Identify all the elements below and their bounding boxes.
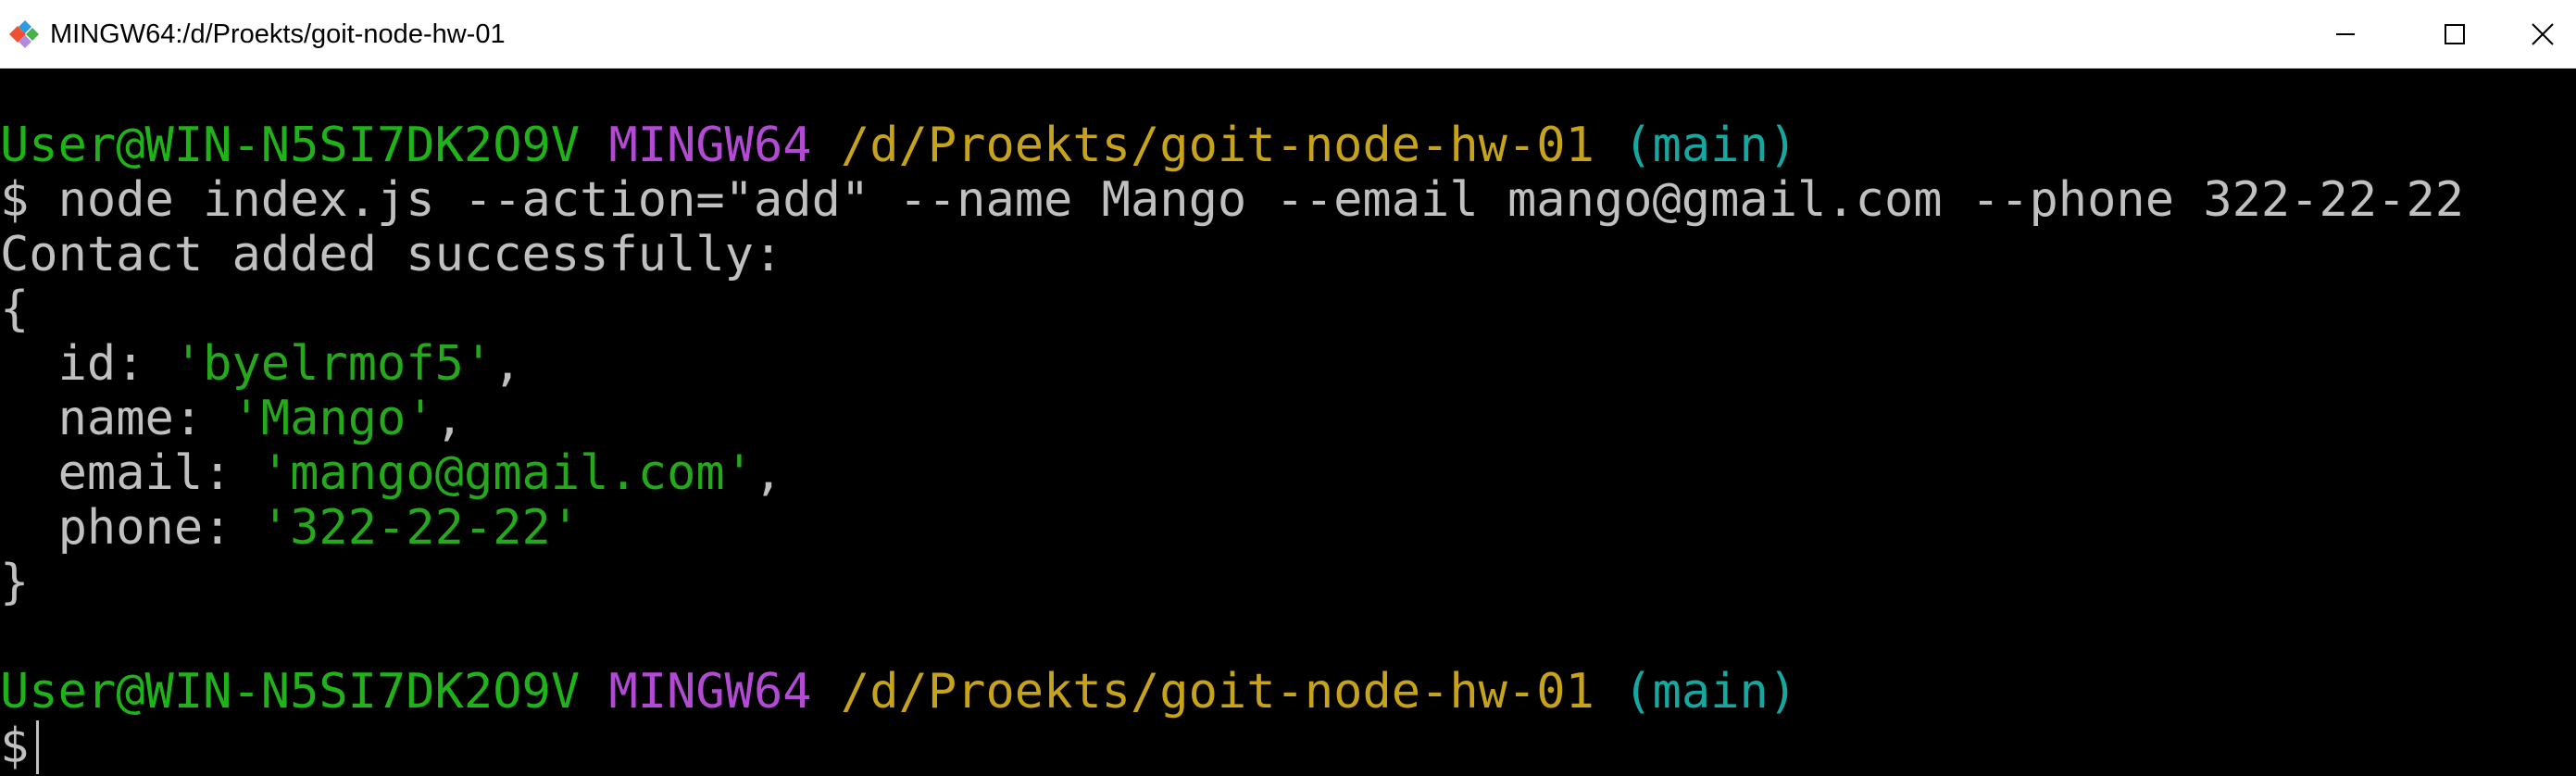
title-bar[interactable]: MINGW64:/d/Proekts/goit-node-hw-01 [0,0,2576,69]
prompt-branch: (main) [1623,118,1798,173]
git-bash-icon [9,20,39,48]
object-open-brace: { [0,282,30,337]
field-key: name [57,391,174,446]
field-key: id [57,336,117,392]
field-suffix: , [434,391,464,446]
prompt-symbol: $ [0,172,30,228]
prompt-branch: (main) [1623,664,1798,720]
field-value: 'byelrmof5' [173,336,494,392]
object-field: email: 'mango@gmail.com', [57,445,783,501]
terminal-window: MINGW64:/d/Proekts/goit-node-hw-01 User@… [0,0,2576,776]
prompt-system: MINGW64 [608,664,812,720]
minimize-icon [2336,33,2355,35]
field-value: 'Mango' [231,391,435,446]
field-suffix: , [493,336,522,392]
object-field: phone: '322-22-22' [57,500,581,556]
object-field: name: 'Mango', [57,391,464,446]
text-cursor [36,720,40,774]
prompt-line: User@WIN-N5SI7DK2O9V MINGW64 /d/Proekts/… [0,665,1797,720]
terminal-output[interactable]: User@WIN-N5SI7DK2O9V MINGW64 /d/Proekts/… [0,69,2576,776]
command-text: node index.js --action="add" --name Mang… [57,172,2465,228]
field-key: phone [57,500,204,556]
input-line[interactable]: $ [0,719,40,774]
prompt-symbol: $ [0,719,30,774]
object-close-brace: } [0,555,30,610]
prompt-line: User@WIN-N5SI7DK2O9V MINGW64 /d/Proekts/… [0,119,1797,173]
prompt-system: MINGW64 [608,118,812,173]
window-title: MINGW64:/d/Proekts/goit-node-hw-01 [50,19,506,49]
close-button[interactable] [2508,0,2576,69]
command-line: $ node index.js --action="add" --name Ma… [0,173,2464,228]
minimize-button[interactable] [2290,0,2401,69]
maximize-icon [2445,24,2465,44]
prompt-path: /d/Proekts/goit-node-hw-01 [840,118,1594,173]
maximize-button[interactable] [2399,0,2510,69]
prompt-path: /d/Proekts/goit-node-hw-01 [840,664,1594,720]
field-suffix: , [754,445,783,501]
output-message: Contact added successfully: [0,227,783,282]
close-icon [2531,23,2554,45]
prompt-user: User@WIN-N5SI7DK2O9V [0,664,581,720]
prompt-user: User@WIN-N5SI7DK2O9V [0,118,581,173]
field-value: 'mango@gmail.com' [260,445,755,501]
object-field: id: 'byelrmof5', [57,336,522,392]
field-key: email [57,445,204,501]
field-value: '322-22-22' [260,500,581,556]
